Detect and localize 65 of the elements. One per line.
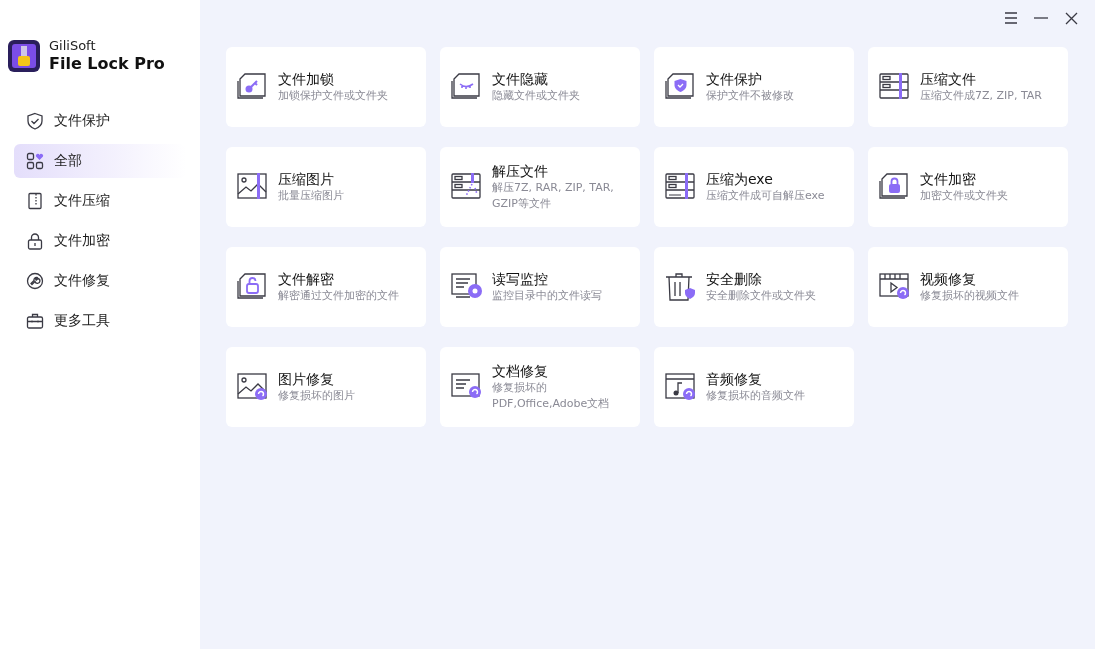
tool-card[interactable]: 文档修复 修复损坏的PDF,Office,Adobe文档 — [440, 347, 640, 427]
sidebar-item[interactable]: 文件保护 — [14, 104, 186, 138]
sidebar-item[interactable]: 文件加密 — [14, 224, 186, 258]
tool-description: 监控目录中的文件读写 — [492, 288, 603, 304]
tool-card[interactable]: 压缩为exe 压缩文件成可自解压exe — [654, 147, 854, 227]
tool-title: 音频修复 — [706, 370, 763, 388]
sidebar-item[interactable]: 文件修复 — [14, 264, 186, 298]
tool-title: 视频修复 — [920, 270, 977, 288]
tool-card[interactable]: 压缩图片 批量压缩图片 — [226, 147, 426, 227]
tool-title: 文件解密 — [278, 270, 335, 288]
tool-title: 解压文件 — [492, 162, 549, 180]
close-button[interactable] — [1063, 10, 1079, 26]
tool-title: 读写监控 — [492, 270, 549, 288]
tool-card[interactable]: 文件加密 加密文件或文件夹 — [868, 147, 1068, 227]
tool-description: 批量压缩图片 — [278, 188, 345, 204]
tool-card[interactable]: 压缩文件 压缩文件成7Z, ZIP, TAR — [868, 47, 1068, 127]
sidebar-item[interactable]: 更多工具 — [14, 304, 186, 338]
tool-card[interactable]: 视频修复 修复损坏的视频文件 — [868, 247, 1068, 327]
tool-card[interactable]: 音频修复 修复损坏的音频文件 — [654, 347, 854, 427]
tool-description: 保护文件不被修改 — [706, 88, 795, 104]
shield-icon — [26, 112, 44, 130]
tool-card[interactable]: 读写监控 监控目录中的文件读写 — [440, 247, 640, 327]
tool-description: 修复损坏的音频文件 — [706, 388, 806, 404]
tool-description: 安全删除文件或文件夹 — [706, 288, 817, 304]
tool-description: 压缩文件成可自解压exe — [706, 188, 826, 204]
tool-title: 文件保护 — [706, 70, 763, 88]
tool-card[interactable]: 文件隐藏 隐藏文件或文件夹 — [440, 47, 640, 127]
tool-title: 图片修复 — [278, 370, 335, 388]
tool-description: 隐藏文件或文件夹 — [492, 88, 581, 104]
tool-description: 加密文件或文件夹 — [920, 188, 1009, 204]
wrench-icon — [26, 272, 44, 290]
tool-title: 压缩为exe — [706, 170, 774, 188]
trash-shield-icon — [664, 270, 698, 304]
app-logo — [8, 40, 40, 72]
tool-description: 解压7Z, RAR, ZIP, TAR, GZIP等文件 — [492, 180, 615, 212]
tool-card[interactable]: 文件加锁 加锁保护文件或文件夹 — [226, 47, 426, 127]
tool-card[interactable]: 解压文件 解压7Z, RAR, ZIP, TAR, GZIP等文件 — [440, 147, 640, 227]
tool-card[interactable]: 文件保护 保护文件不被修改 — [654, 47, 854, 127]
zip-file-icon — [26, 192, 44, 210]
menu-icon — [1004, 12, 1018, 24]
app-name: File Lock Pro — [49, 54, 165, 74]
toolbox-icon — [26, 312, 44, 330]
tool-description: 修复损坏的视频文件 — [920, 288, 1020, 304]
tool-description: 解密通过文件加密的文件 — [278, 288, 400, 304]
tool-title: 文件加密 — [920, 170, 977, 188]
tool-title: 文件加锁 — [278, 70, 335, 88]
tool-title: 文件隐藏 — [492, 70, 549, 88]
tool-description: 修复损坏的PDF,Office,Adobe文档 — [492, 380, 611, 412]
close-icon — [1064, 11, 1078, 25]
tool-title: 压缩图片 — [278, 170, 335, 188]
lock-icon — [26, 232, 44, 250]
sidebar-item[interactable]: 文件压缩 — [14, 184, 186, 218]
tool-card[interactable]: 图片修复 修复损坏的图片 — [226, 347, 426, 427]
menu-button[interactable] — [1003, 10, 1019, 26]
tool-title: 安全删除 — [706, 270, 763, 288]
tool-description: 压缩文件成7Z, ZIP, TAR — [920, 88, 1043, 104]
tool-description: 修复损坏的图片 — [278, 388, 356, 404]
tool-description: 加锁保护文件或文件夹 — [278, 88, 389, 104]
tool-card[interactable]: 文件解密 解密通过文件加密的文件 — [226, 247, 426, 327]
tool-card[interactable]: 安全删除 安全删除文件或文件夹 — [654, 247, 854, 327]
minimize-icon — [1034, 17, 1048, 19]
tool-title: 压缩文件 — [920, 70, 977, 88]
tool-title: 文档修复 — [492, 362, 549, 380]
brand-name: GiliSoft — [49, 38, 97, 54]
grid-heart-icon — [26, 152, 44, 170]
